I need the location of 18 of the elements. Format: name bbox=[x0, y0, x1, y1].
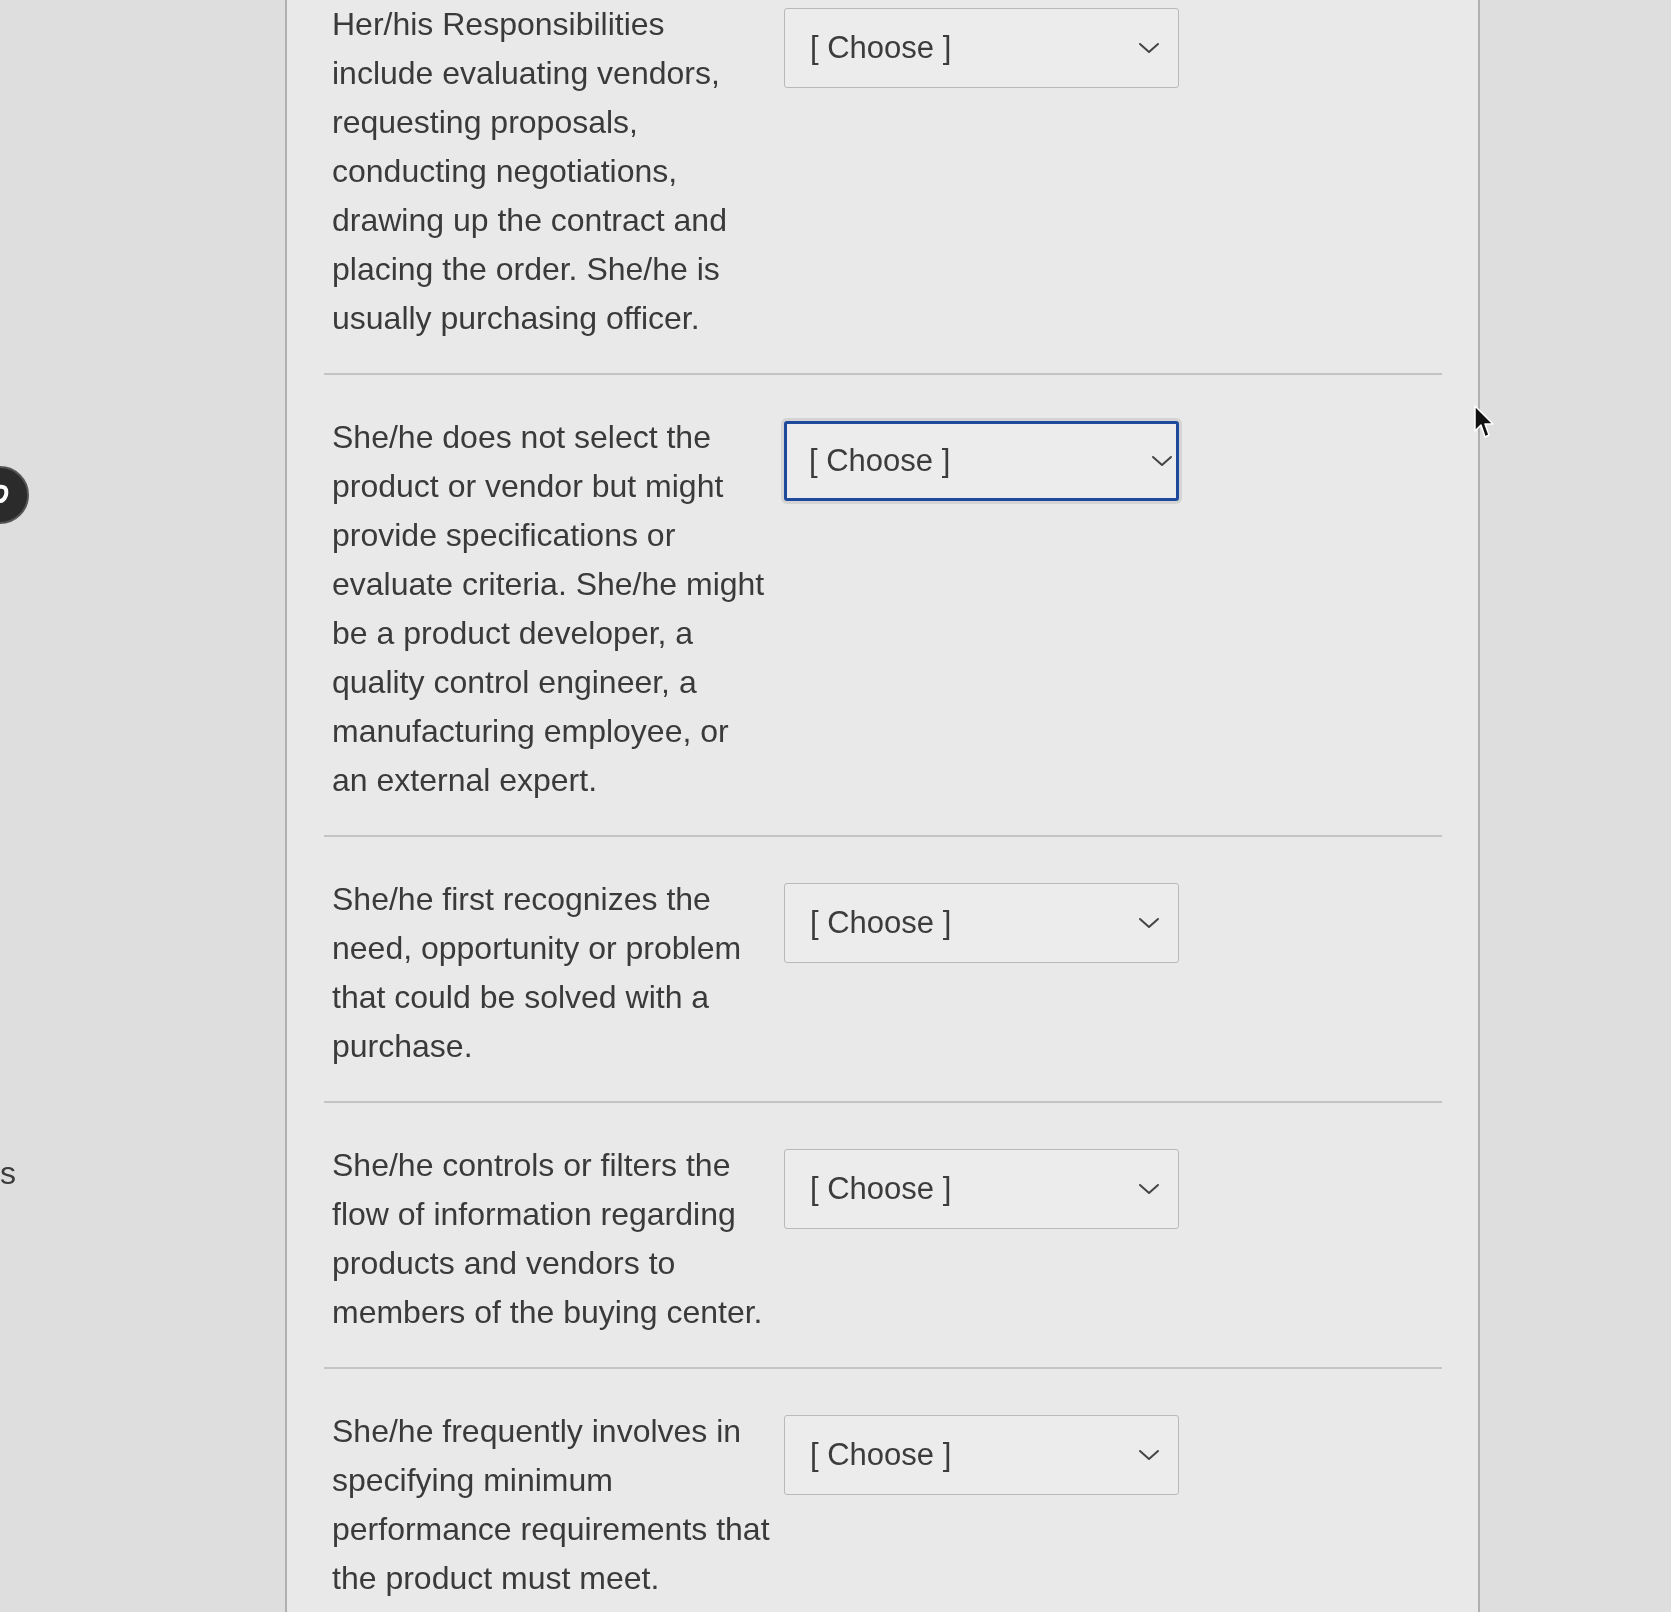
choose-dropdown[interactable]: [ Choose ] bbox=[784, 421, 1179, 501]
choose-dropdown[interactable]: [ Choose ] bbox=[784, 1415, 1179, 1495]
chevron-down-icon bbox=[1138, 917, 1160, 929]
chevron-down-icon bbox=[1151, 455, 1173, 467]
chevron-down-icon bbox=[1138, 1449, 1160, 1461]
question-text: She/he frequently involves in specifying minimum performance requirements that the product must meet. bbox=[332, 1412, 771, 1598]
choose-dropdown[interactable]: [ Choose ] bbox=[784, 8, 1179, 88]
chevron-down-icon bbox=[1138, 42, 1160, 54]
margin-text: s bbox=[0, 1155, 16, 1191]
cursor-icon bbox=[1474, 405, 1494, 439]
choose-dropdown[interactable]: [ Choose ] bbox=[784, 883, 1179, 963]
question-text: She/he first recognizes the need, opportunity or problem that could be solved with a purchase. bbox=[332, 880, 743, 1066]
question-text: She/he controls or filters the flow of information regarding products and vendors to members of the buying center. bbox=[332, 1146, 764, 1332]
question-text: Her/his Responsibilities include evaluating vendors, requesting proposals, conducting negotiations, drawing up the contract and placing the order. She/he is usually purchasing officer. bbox=[332, 5, 728, 338]
chevron-down-icon bbox=[1138, 1183, 1160, 1195]
choose-dropdown[interactable]: [ Choose ] bbox=[784, 1149, 1179, 1229]
question-text: She/he does not select the product or vendor but might provide specifications or evaluate criteria. She/he might be a product developer, a quality control engineer, a manufacturing employee, or an external expert. bbox=[332, 418, 766, 800]
help-icon[interactable] bbox=[0, 465, 30, 525]
